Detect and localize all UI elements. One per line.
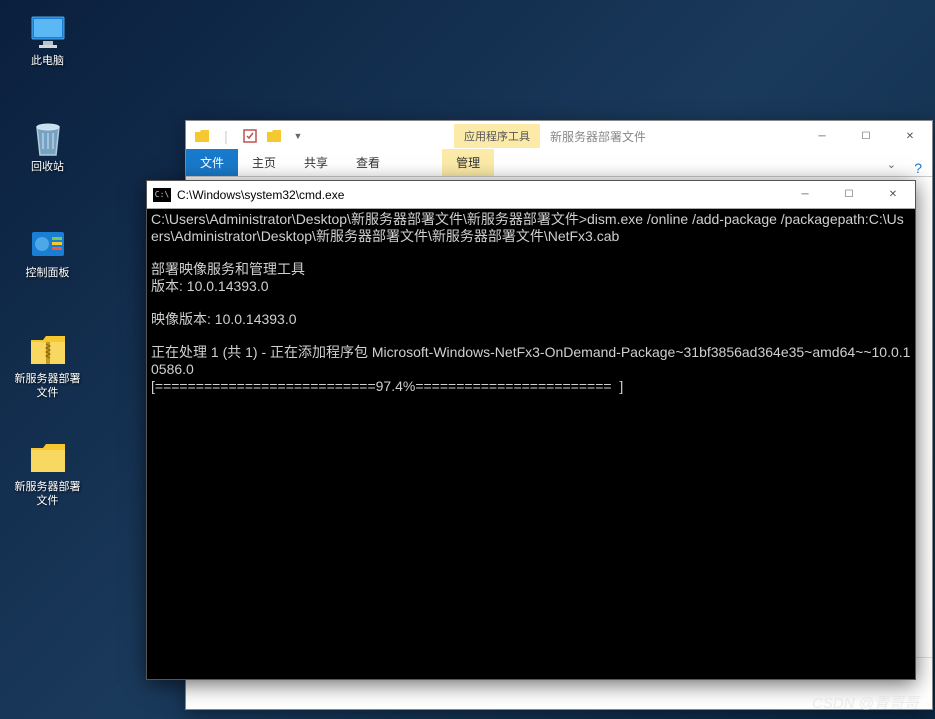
desktop-icon-recycle-bin[interactable]: 回收站 <box>10 120 85 174</box>
quick-access-toolbar: | ▼ <box>186 126 314 146</box>
cmd-line: C:\Users\Administrator\Desktop\新服务器部署文件\… <box>151 211 904 244</box>
cmd-line: 正在处理 1 (共 1) - 正在添加程序包 Microsoft-Windows… <box>151 344 910 377</box>
maximize-button[interactable]: ☐ <box>844 122 888 150</box>
maximize-button[interactable]: ☐ <box>827 181 871 209</box>
tab-manage[interactable]: 管理 <box>442 149 494 176</box>
close-button[interactable]: ✕ <box>871 181 915 209</box>
cmd-titlebar[interactable]: C:\ C:\Windows\system32\cmd.exe ─ ☐ ✕ <box>147 181 915 209</box>
tab-share[interactable]: 共享 <box>290 149 342 176</box>
cmd-icon: C:\ <box>153 188 171 202</box>
desktop-icon-label: 新服务器部署文件 <box>10 480 85 508</box>
desktop-icon-this-pc[interactable]: 此电脑 <box>10 14 85 68</box>
desktop-icon-label: 新服务器部署文件 <box>10 372 85 400</box>
contextual-tab-header: 应用程序工具 <box>454 124 540 148</box>
new-folder-icon[interactable] <box>264 126 284 146</box>
pc-icon <box>28 14 68 50</box>
cmd-line: 部署映像服务和管理工具 <box>151 261 305 277</box>
desktop-icon-folder-1[interactable]: 新服务器部署文件 <box>10 332 85 400</box>
cmd-line: 版本: 10.0.14393.0 <box>151 278 269 294</box>
desktop-icon-label: 此电脑 <box>10 54 85 68</box>
ribbon-tabs: 文件 主页 共享 查看 管理 ⌄ ? <box>186 151 932 177</box>
cmd-title: C:\Windows\system32\cmd.exe <box>177 188 783 202</box>
minimize-button[interactable]: ─ <box>800 122 844 150</box>
cmd-window: C:\ C:\Windows\system32\cmd.exe ─ ☐ ✕ C:… <box>146 180 916 680</box>
watermark: CSDN @青哥哥 <box>812 692 919 713</box>
cmd-line: 映像版本: 10.0.14393.0 <box>151 311 297 327</box>
chevron-down-icon[interactable]: ▼ <box>288 126 308 146</box>
tab-home[interactable]: 主页 <box>238 149 290 176</box>
explorer-titlebar[interactable]: | ▼ 应用程序工具 新服务器部署文件 ─ ☐ ✕ <box>186 121 932 151</box>
chevron-down-icon[interactable]: ⌄ <box>881 153 902 176</box>
cmd-output[interactable]: C:\Users\Administrator\Desktop\新服务器部署文件\… <box>147 209 915 397</box>
tab-file[interactable]: 文件 <box>186 149 238 176</box>
folder-icon[interactable] <box>192 126 212 146</box>
minimize-button[interactable]: ─ <box>783 181 827 209</box>
close-button[interactable]: ✕ <box>888 122 932 150</box>
folder-icon <box>28 440 68 476</box>
help-icon[interactable]: ? <box>914 160 922 176</box>
desktop-icon-control-panel[interactable]: 控制面板 <box>10 226 85 280</box>
tab-view[interactable]: 查看 <box>342 149 394 176</box>
desktop-icon-folder-2[interactable]: 新服务器部署文件 <box>10 440 85 508</box>
zip-folder-icon <box>28 332 68 368</box>
desktop-icon-label: 控制面板 <box>10 266 85 280</box>
control-panel-icon <box>28 226 68 262</box>
desktop-icon-label: 回收站 <box>10 160 85 174</box>
cmd-line: [===========================97.4%=======… <box>151 378 623 394</box>
explorer-title: 新服务器部署文件 <box>540 128 800 145</box>
recycle-bin-icon <box>28 120 68 156</box>
properties-icon[interactable] <box>240 126 260 146</box>
divider-icon: | <box>216 126 236 146</box>
